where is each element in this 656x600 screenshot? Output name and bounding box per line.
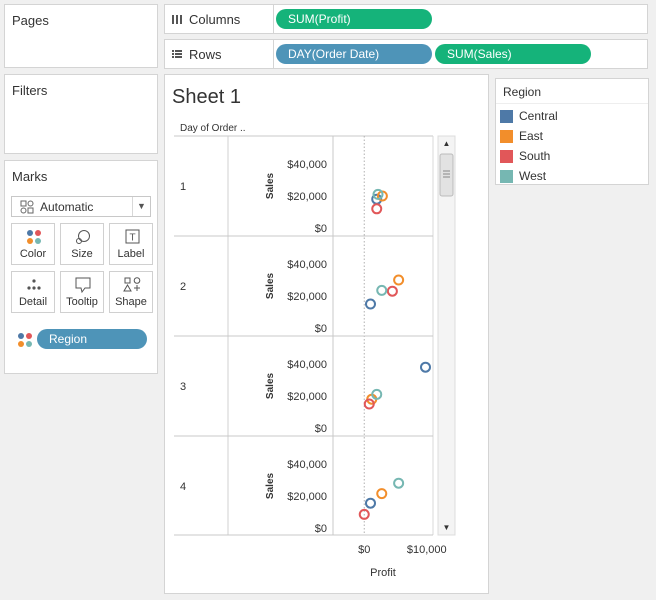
- svg-text:T: T: [129, 233, 135, 244]
- day-label: 3: [180, 381, 186, 393]
- data-point-central: [365, 298, 376, 310]
- pages-title: Pages: [12, 13, 49, 28]
- tooltip-icon: [75, 277, 91, 293]
- legend-title-bg: [496, 103, 648, 104]
- shape-button[interactable]: Shape: [109, 271, 153, 313]
- y-tick-label: $0: [315, 423, 327, 435]
- legend-swatch-west: [500, 169, 513, 183]
- color-field-icon: [18, 333, 32, 347]
- y-tick-label: $40,000: [287, 459, 327, 471]
- y-tick-label: $40,000: [287, 259, 327, 271]
- rows-label: Rows: [189, 46, 222, 62]
- shape-icon: [123, 277, 141, 292]
- sheet-view: Sheet 1 Day of Order .. ▲ ▼ Profit 1 Sale…: [164, 74, 489, 594]
- pages-card: Pages: [4, 4, 158, 68]
- legend-item-east[interactable]: East: [500, 128, 543, 144]
- rows-shelf: Rows DAY(Order Date) SUM(Sales): [164, 39, 648, 69]
- legend-item-west[interactable]: West: [500, 168, 546, 184]
- columns-icon: [172, 15, 182, 24]
- label-button[interactable]: T Label: [109, 223, 153, 265]
- y-axis-label: Sales: [265, 372, 276, 399]
- sum-profit-pill[interactable]: SUM(Profit): [276, 9, 432, 29]
- marks-title: Marks: [12, 169, 48, 184]
- data-point-west: [393, 477, 405, 489]
- y-tick-label: $0: [315, 523, 327, 535]
- legend-swatch-east: [500, 129, 513, 143]
- vertical-scrollbar[interactable]: ▲ ▼: [437, 135, 456, 536]
- y-tick-label: $0: [315, 323, 327, 335]
- y-tick-label: $20,000: [287, 391, 327, 403]
- shape-button-label: Shape: [115, 296, 147, 308]
- label-icon: T: [125, 229, 140, 244]
- filters-card[interactable]: Filters: [4, 74, 158, 154]
- data-point-west: [376, 284, 388, 296]
- data-point-central: [365, 497, 376, 509]
- size-icon: [76, 230, 90, 244]
- legend-item-central[interactable]: Central: [500, 108, 558, 124]
- filters-title: Filters: [12, 83, 48, 98]
- marks-card: Marks Automatic ▼ Color Size T Label Det…: [4, 160, 158, 374]
- color-button[interactable]: Color: [11, 223, 55, 265]
- x-tick-label: $10,000: [407, 544, 447, 556]
- scatter-chart: Day of Order .. ▲ ▼ Profit 1 Sales $0 $20,0…: [174, 123, 456, 579]
- chevron-down-icon[interactable]: ▼: [132, 197, 150, 216]
- columns-drop-area[interactable]: SUM(Profit): [273, 5, 647, 33]
- columns-shelf: Columns SUM(Profit): [164, 4, 648, 34]
- color-button-label: Color: [19, 248, 47, 260]
- columns-label: Columns: [189, 11, 241, 27]
- data-point-central: [420, 361, 431, 373]
- data-point-east: [393, 274, 405, 286]
- rows-drop-area[interactable]: DAY(Order Date) SUM(Sales): [273, 40, 647, 68]
- y-axis-label: Sales: [265, 172, 276, 199]
- data-point-south: [371, 203, 383, 215]
- sheet-title[interactable]: Sheet 1: [172, 86, 241, 109]
- legend-swatch-south: [500, 149, 513, 163]
- label-button-label: Label: [117, 248, 145, 260]
- legend-item-south[interactable]: South: [500, 148, 550, 164]
- detail-button-label: Detail: [18, 296, 48, 308]
- sum-sales-pill[interactable]: SUM(Sales): [435, 44, 591, 64]
- legend-label-west: West: [519, 169, 547, 183]
- day-label: 4: [180, 481, 186, 493]
- day-label: 1: [180, 181, 186, 193]
- chart-marks: 1 Sales $0 $20,000 $40,000 2 Sales $0 $20,000 $40…: [174, 159, 447, 556]
- automatic-icon: [20, 200, 34, 214]
- color-icon: [27, 230, 41, 244]
- y-tick-label: $40,000: [287, 359, 327, 371]
- legend-card: Region Central East South West: [495, 78, 649, 185]
- day-label: 2: [180, 281, 186, 293]
- legend-label-south: South: [519, 149, 551, 163]
- y-tick-label: $20,000: [287, 291, 327, 303]
- rows-icon: [172, 50, 182, 58]
- mark-type-value: Automatic: [40, 200, 94, 214]
- y-tick-label: $40,000: [287, 159, 327, 171]
- legend-swatch-central: [500, 109, 513, 123]
- scroll-down-icon[interactable]: ▼: [443, 523, 451, 532]
- mark-type-dropdown[interactable]: Automatic ▼: [11, 196, 151, 217]
- x-tick-label: $0: [358, 544, 370, 556]
- row-header: Day of Order ..: [180, 123, 246, 134]
- x-axis-label: Profit: [370, 567, 396, 579]
- region-color-pill[interactable]: Region: [37, 329, 147, 349]
- scroll-thumb[interactable]: [439, 153, 454, 197]
- scroll-up-icon[interactable]: ▲: [443, 139, 451, 148]
- legend-label-central: Central: [519, 109, 558, 123]
- y-tick-label: $0: [315, 223, 327, 235]
- day-order-date-pill[interactable]: DAY(Order Date): [276, 44, 432, 64]
- legend-title[interactable]: Region: [503, 85, 541, 99]
- data-point-east: [376, 488, 388, 500]
- y-tick-label: $20,000: [287, 191, 327, 203]
- y-tick-label: $20,000: [287, 491, 327, 503]
- size-button-label: Size: [71, 248, 93, 260]
- data-point-south: [386, 285, 398, 297]
- detail-icon: [27, 279, 41, 290]
- y-axis-label: Sales: [265, 472, 276, 499]
- detail-button[interactable]: Detail: [11, 271, 55, 313]
- size-button[interactable]: Size: [60, 223, 104, 265]
- y-axis-label: Sales: [265, 272, 276, 299]
- tooltip-button[interactable]: Tooltip: [60, 271, 104, 313]
- legend-label-east: East: [519, 129, 544, 143]
- tooltip-button-label: Tooltip: [66, 296, 98, 308]
